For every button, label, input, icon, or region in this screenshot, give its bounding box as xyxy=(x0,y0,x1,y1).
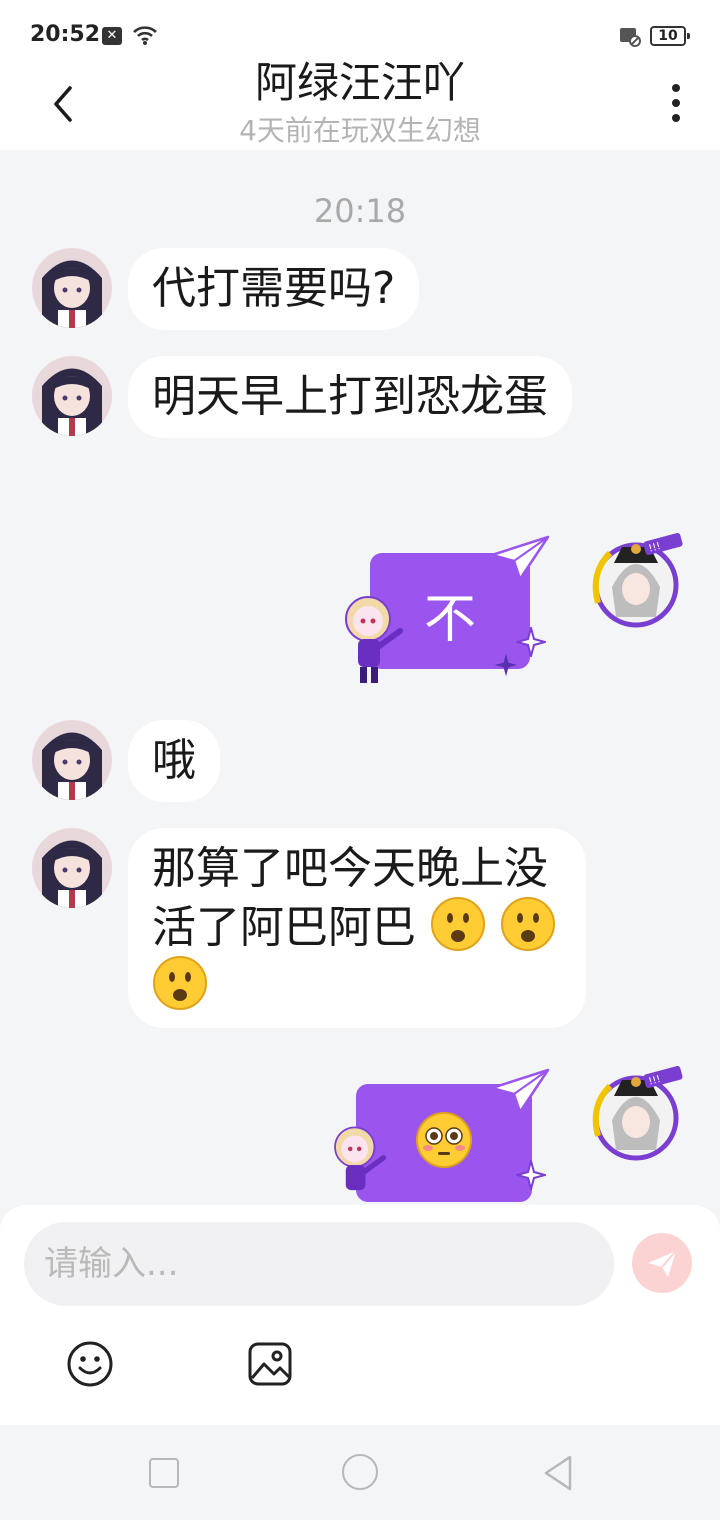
message-list[interactable]: 20:18 代打需要吗? 明天早上打到恐龙蛋 不 !!! 哦 那算了吧今天晚上没… xyxy=(0,150,720,1210)
home-button[interactable] xyxy=(342,1454,378,1490)
chibi-character-icon xyxy=(334,1126,387,1191)
contact-avatar[interactable] xyxy=(32,828,112,908)
sparkle-icon xyxy=(516,1160,546,1190)
flushed-face-emoji-icon xyxy=(416,1112,472,1168)
message-timestamp: 20:18 xyxy=(313,192,407,230)
paper-plane-icon xyxy=(490,535,550,581)
message-bubble[interactable]: 明天早上打到恐龙蛋 xyxy=(128,356,572,438)
paper-plane-icon xyxy=(490,1068,550,1114)
smiley-icon[interactable] xyxy=(66,1340,114,1388)
more-button[interactable] xyxy=(660,80,692,128)
system-nav-bar xyxy=(0,1425,720,1520)
notification-x-icon: ✕ xyxy=(102,27,122,45)
contact-avatar[interactable] xyxy=(32,248,112,328)
message-bubble[interactable]: 代打需要吗? xyxy=(128,248,420,330)
message-input[interactable] xyxy=(24,1222,614,1306)
message-text: 明天早上打到恐龙蛋 xyxy=(152,371,548,422)
sim-card-icon xyxy=(620,28,641,47)
my-avatar[interactable]: !!! xyxy=(586,1065,686,1166)
message-text: 那算了吧今天晚上没活了阿巴阿巴 xyxy=(152,843,548,953)
my-avatar[interactable]: !!! xyxy=(586,532,686,633)
nav-back-button[interactable] xyxy=(540,1453,576,1493)
wifi-icon xyxy=(133,26,157,45)
contact-name: 阿绿汪汪吖 xyxy=(254,58,465,107)
battery-indicator: 10 xyxy=(650,26,690,46)
send-paper-plane-icon xyxy=(648,1250,677,1277)
more-vertical-icon xyxy=(672,84,680,92)
contact-status: 4天前在玩双生幻想 xyxy=(239,114,481,147)
battery-level: 10 xyxy=(658,28,678,44)
recent-apps-button[interactable] xyxy=(149,1458,179,1488)
frowning-face-emoji-icon xyxy=(501,897,555,951)
status-bar: 20:52 ✕ 10 xyxy=(0,0,720,60)
message-text: 哦 xyxy=(152,735,196,786)
sparkle-icon xyxy=(494,653,518,677)
sticker-message[interactable]: 不 xyxy=(340,535,560,685)
contact-avatar[interactable] xyxy=(32,356,112,436)
image-icon[interactable] xyxy=(246,1340,294,1388)
status-time: 20:52 xyxy=(30,22,101,47)
frowning-face-emoji-icon xyxy=(431,897,485,951)
sticker-message[interactable] xyxy=(326,1068,560,1208)
send-button[interactable] xyxy=(632,1233,692,1293)
chat-header: 阿绿汪汪吖 4天前在玩双生幻想 xyxy=(0,60,720,150)
message-text: 代打需要吗? xyxy=(152,263,396,314)
message-bubble[interactable]: 哦 xyxy=(128,720,220,802)
contact-avatar[interactable] xyxy=(32,720,112,800)
message-composer xyxy=(0,1205,720,1425)
frowning-face-emoji-icon xyxy=(153,956,207,1010)
chibi-character-icon xyxy=(345,596,403,683)
message-bubble[interactable]: 那算了吧今天晚上没活了阿巴阿巴 xyxy=(128,828,586,1028)
